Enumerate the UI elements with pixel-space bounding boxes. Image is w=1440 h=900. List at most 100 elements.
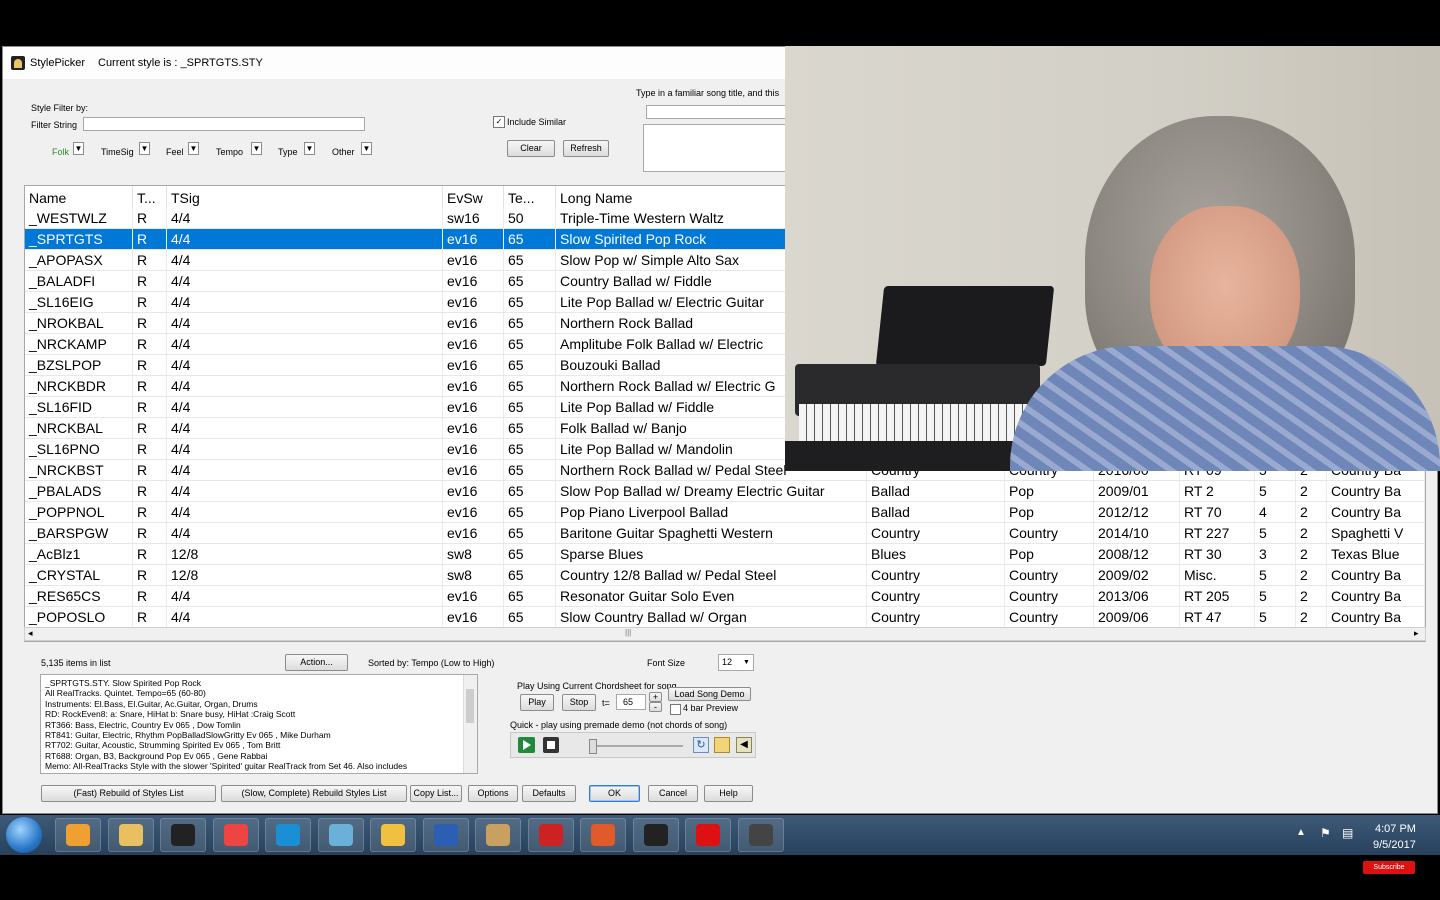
info-line: RD: RockEven8: a: Snare, HiHat b: Snare … [45, 709, 296, 720]
filter-folk-dropdown[interactable]: ▼ [73, 142, 84, 155]
table-cell: 4 [1255, 502, 1296, 522]
table-cell: 2009/01 [1094, 481, 1180, 501]
table-cell: Country [1005, 607, 1094, 627]
action-button[interactable]: Action... [285, 654, 348, 671]
load-song-demo-button[interactable]: Load Song Demo [668, 687, 751, 701]
tray-chevron-icon[interactable]: ▲ [1296, 827, 1306, 838]
table-cell: 4/4 [167, 271, 443, 291]
record-icon[interactable] [685, 818, 731, 852]
quick-play-toolbar: ↻ ◀ [510, 732, 756, 758]
table-cell: _APOPASX [25, 250, 133, 270]
column-header[interactable]: T... [133, 186, 167, 208]
copy-list-button[interactable]: Copy List... [410, 785, 462, 802]
clock-date[interactable]: 9/5/2017 [1373, 839, 1416, 851]
play-button[interactable]: Play [520, 694, 554, 711]
table-cell: 2 [1296, 523, 1327, 543]
outlook-icon[interactable] [370, 818, 416, 852]
play-icon[interactable] [518, 737, 535, 753]
help-button[interactable]: Help [704, 785, 753, 802]
font-size-select[interactable]: 12 ▼ [718, 654, 754, 671]
media-player-icon[interactable] [55, 818, 101, 852]
song-title-results[interactable] [643, 124, 793, 172]
table-cell: Pop Piano Liverpool Ballad [556, 502, 867, 522]
cancel-button[interactable]: Cancel [648, 785, 698, 802]
column-header[interactable]: EvSw [443, 186, 504, 208]
filter-tempo-dropdown[interactable]: ▼ [251, 142, 262, 155]
table-row[interactable]: _AcBlz1 R 12/8 sw8 65 Sparse Blues Blues Pop 200… [25, 544, 1425, 565]
defaults-button[interactable]: Defaults [522, 785, 576, 802]
four-bar-preview-checkbox[interactable] [670, 704, 681, 715]
start-orb-icon[interactable] [6, 817, 42, 853]
slow-rebuild-button[interactable]: (Slow, Complete) Rebuild Styles List [221, 785, 407, 802]
loop-icon[interactable]: ↻ [693, 737, 709, 753]
table-row[interactable]: _POPOSLO R 4/4 ev16 65 Slow Country Ballad w/… [25, 607, 1425, 628]
winamp-icon[interactable] [160, 818, 206, 852]
song-title-input[interactable] [646, 105, 796, 119]
stop-icon[interactable] [543, 737, 559, 753]
tempo-input[interactable]: 65 [616, 694, 646, 710]
filter-string-input[interactable] [83, 117, 365, 131]
folder-icon[interactable] [714, 737, 730, 753]
table-cell: R [133, 439, 167, 459]
audio-icon[interactable] [632, 818, 679, 852]
column-header[interactable]: Name [25, 186, 133, 208]
info-scrollbar[interactable] [463, 675, 477, 773]
table-cell: Baritone Guitar Spaghetti Western [556, 523, 867, 543]
stop-button[interactable]: Stop [562, 694, 596, 711]
table-cell: 4/4 [167, 586, 443, 606]
demo-slider-thumb[interactable] [589, 739, 597, 754]
info-line: RT366: Bass, Electric, Country Ev 065 , … [45, 719, 241, 730]
table-row[interactable]: _RES65CS R 4/4 ev16 65 Resonator Guitar Solo … [25, 586, 1425, 607]
word-icon[interactable] [422, 818, 469, 852]
tempo-minus-button[interactable]: - [649, 702, 662, 712]
skype-icon[interactable] [265, 818, 311, 852]
table-row[interactable]: _BARSPGW R 4/4 ev16 65 Baritone Guitar Spaghe… [25, 523, 1425, 544]
sketchbook-icon[interactable] [317, 818, 364, 852]
subscribe-badge[interactable]: Subscribe [1363, 861, 1415, 874]
filter-type-dropdown[interactable]: ▼ [304, 142, 315, 155]
stylepicker-icon[interactable] [737, 818, 784, 852]
band-in-a-box-icon[interactable] [527, 818, 574, 852]
table-cell: 5 [1255, 586, 1296, 606]
ok-button[interactable]: OK [589, 785, 640, 802]
info-line: Memo: All-RealTracks Style with the slow… [45, 761, 408, 772]
table-cell: 4/4 [167, 523, 443, 543]
file-explorer-icon[interactable] [107, 818, 154, 852]
table-cell: R [133, 481, 167, 501]
chrome-icon[interactable] [212, 818, 259, 852]
powerpoint-icon[interactable] [580, 818, 626, 852]
refresh-button[interactable]: Refresh [563, 140, 609, 157]
tempo-plus-button[interactable]: + [649, 692, 662, 702]
table-row[interactable]: _CRYSTAL R 12/8 sw8 65 Country 12/8 Ballad w/… [25, 565, 1425, 586]
filter-other-dropdown[interactable]: ▼ [361, 142, 372, 155]
info-scroll-thumb[interactable] [466, 689, 474, 723]
horizontal-scrollbar[interactable]: ◂ ||| ▸ [24, 627, 1426, 641]
scroll-left-icon[interactable]: ◂ [28, 628, 33, 639]
table-cell: 5 [1255, 565, 1296, 585]
scroll-thumb-grip-icon[interactable]: ||| [625, 628, 631, 637]
table-row[interactable]: _PBALADS R 4/4 ev16 65 Slow Pop Ballad w/ Dre… [25, 481, 1425, 502]
items-count: 5,135 items in list [41, 658, 111, 668]
demo-slider-track[interactable] [591, 745, 683, 747]
filter-feel-dropdown[interactable]: ▼ [188, 142, 199, 155]
clear-button[interactable]: Clear [507, 140, 555, 157]
table-cell: 65 [504, 607, 556, 627]
column-header[interactable]: TSig [167, 186, 443, 208]
table-row[interactable]: _POPPNOL R 4/4 ev16 65 Pop Piano Liverpool Ba… [25, 502, 1425, 523]
options-button[interactable]: Options [468, 785, 518, 802]
network-icon[interactable]: ▤ [1342, 826, 1353, 840]
table-cell: 2 [1296, 544, 1327, 564]
clock-time[interactable]: 4:07 PM [1375, 823, 1416, 835]
speaker-icon[interactable]: ◀ [736, 737, 752, 753]
fast-rebuild-button[interactable]: (Fast) Rebuild of Styles List [41, 785, 216, 802]
paint-icon[interactable] [475, 818, 521, 852]
table-cell: 2 [1296, 586, 1327, 606]
scroll-right-icon[interactable]: ▸ [1414, 628, 1419, 639]
style-info-box[interactable]: _SPRTGTS.STY. Slow Spirited Pop Rock All… [40, 674, 478, 774]
column-header[interactable]: Te... [504, 186, 556, 208]
filter-timesig-dropdown[interactable]: ▼ [139, 142, 150, 155]
flag-icon[interactable]: ⚑ [1320, 826, 1331, 840]
include-similar-checkbox[interactable]: ✓ [493, 116, 505, 128]
table-cell: R [133, 376, 167, 396]
table-cell: sw8 [443, 565, 504, 585]
